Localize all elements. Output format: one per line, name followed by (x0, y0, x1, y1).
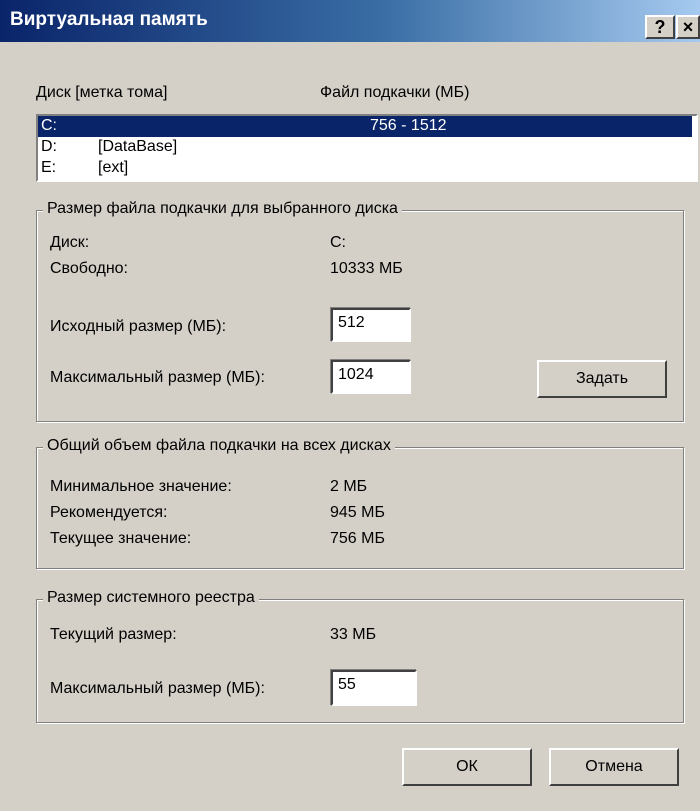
disk-value: C: (330, 234, 346, 251)
col-pagefile-header: Файл подкачки (МБ) (320, 84, 470, 101)
max-size-input[interactable]: 1024 (331, 360, 411, 394)
ok-button[interactable]: ОК (402, 748, 532, 786)
set-button[interactable]: Задать (537, 360, 667, 398)
title-bar: Виртуальная память ? × (0, 0, 700, 42)
max-size-label: Максимальный размер (МБ): (50, 369, 265, 386)
drive-label: [DataBase] (98, 138, 178, 155)
drive-row-d[interactable]: D: [DataBase] (38, 137, 692, 158)
initial-size-label: Исходный размер (МБ): (50, 318, 227, 335)
close-button[interactable]: × (676, 15, 700, 39)
current-value-label: Текущее значение: (50, 530, 192, 547)
drive-row-e[interactable]: E: [ext] (38, 158, 692, 179)
min-value: 2 МБ (330, 478, 368, 495)
registry-max-label: Максимальный размер (МБ): (50, 680, 265, 697)
free-label: Свободно: (50, 260, 128, 277)
registry-current-value: 33 МБ (330, 626, 377, 643)
drive-letter: D: (41, 138, 57, 155)
total-pagefile-legend: Общий объем файла подкачки на всех диска… (43, 437, 395, 455)
drive-row-c[interactable]: C: 756 - 1512 (38, 116, 692, 137)
drive-letter: E: (41, 159, 57, 176)
recommended-label: Рекомендуется: (50, 504, 168, 521)
disk-label: Диск: (50, 234, 90, 251)
registry-current-label: Текущий размер: (50, 626, 177, 643)
initial-size-input[interactable]: 512 (331, 308, 411, 342)
current-value: 756 МБ (330, 530, 385, 547)
drive-label: [ext] (98, 159, 129, 176)
registry-max-input[interactable]: 55 (331, 670, 417, 706)
drive-list[interactable]: C: 756 - 1512 D: [DataBase] E: [ext] (36, 114, 698, 182)
registry-size-legend: Размер системного реестра (43, 589, 259, 607)
selected-drive-legend: Размер файла подкачки для выбранного дис… (43, 200, 402, 218)
drive-letter: C: (41, 117, 57, 134)
drive-pagefile-size: 756 - 1512 (370, 117, 447, 134)
window-title: Виртуальная память (10, 9, 208, 30)
col-disk-header: Диск [метка тома] (36, 84, 167, 102)
help-button[interactable]: ? (645, 15, 675, 39)
free-value: 10333 МБ (330, 260, 403, 277)
recommended-value: 945 МБ (330, 504, 385, 521)
col-disk-header-text: Диск [метка тома] (36, 84, 168, 101)
min-value-label: Минимальное значение: (50, 478, 232, 495)
cancel-button[interactable]: Отмена (549, 748, 679, 786)
